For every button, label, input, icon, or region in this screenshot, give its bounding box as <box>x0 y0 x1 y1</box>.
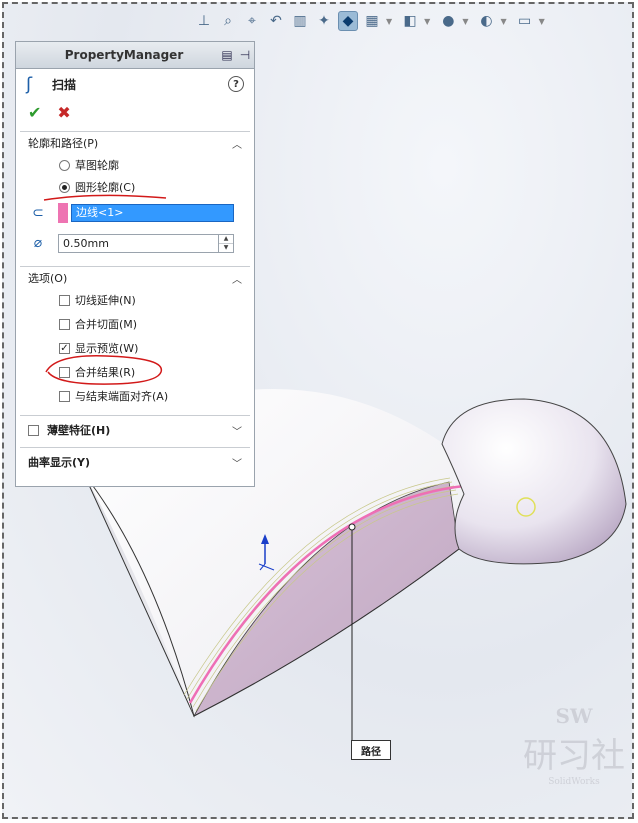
watermark-line3: SolidWorks <box>548 777 600 787</box>
checkbox-align-end-faces-label: 与结束端面对齐(A) <box>75 390 169 403</box>
checkbox-show-preview-box[interactable]: ✓ <box>59 342 70 354</box>
hide-show-icon[interactable]: ▦ <box>362 11 382 31</box>
section-curvature-display-label: 曲率显示(Y) <box>28 456 91 469</box>
chevron-up-icon[interactable]: ︿ <box>230 136 244 151</box>
watermark: SW 研习社 SolidWorks <box>514 704 632 814</box>
path-color-swatch <box>58 203 68 223</box>
section-profile-path-label: 轮廓和路径(P) <box>28 137 99 150</box>
feature-title-row: ʃ 扫描 ? <box>16 69 254 99</box>
path-point <box>348 523 356 531</box>
radio-sketch-profile[interactable]: 草图轮廓 <box>16 154 254 176</box>
view-settings-icon[interactable]: ◐ <box>476 11 496 31</box>
path-callout-label: 路径 <box>351 740 391 760</box>
section-thin-feature-label: 薄壁特征(H) <box>47 424 111 437</box>
checkbox-merge-tangent-faces-box[interactable] <box>59 318 70 330</box>
cancel-button[interactable]: ✖ <box>57 103 70 122</box>
section-curvature-display[interactable]: 曲率显示(Y) ﹀ <box>16 451 254 473</box>
checkbox-merge-result-label: 合并结果(R) <box>75 366 136 379</box>
checkbox-tangent-extension-box[interactable] <box>59 294 70 306</box>
pin-icon[interactable]: ⊣ <box>236 47 254 63</box>
ok-button[interactable]: ✔ <box>28 103 41 122</box>
chevron-down-icon[interactable]: ▼ <box>424 17 430 26</box>
feature-name: 扫描 <box>52 77 77 92</box>
chevron-down-icon[interactable]: ▼ <box>539 17 545 26</box>
diameter-value: 0.50mm <box>63 236 109 250</box>
section-thin-feature[interactable]: 薄壁特征(H) ﹀ <box>16 419 254 441</box>
checkbox-show-preview-label: 显示预览(W) <box>75 342 139 355</box>
checkbox-merge-result-box[interactable] <box>59 366 70 378</box>
radio-circular-profile-control[interactable] <box>59 181 70 193</box>
chevron-down-icon[interactable]: ﹀ <box>230 423 244 438</box>
path-icon: ⊂ <box>32 205 44 221</box>
radio-circular-profile-label: 圆形轮廓(C) <box>75 181 136 194</box>
watermark-line1: SW <box>555 704 593 728</box>
radio-circular-profile[interactable]: 圆形轮廓(C) <box>16 176 254 198</box>
checkbox-tangent-extension[interactable]: 切线延伸(N) <box>16 289 254 311</box>
path-selection-row: ⊂ 边线<1> <box>16 200 254 226</box>
diameter-input[interactable]: 0.50mm ▲ ▼ <box>58 233 234 253</box>
pm-actions: ✔ ✖ <box>16 99 254 125</box>
view-orientation-icon[interactable]: ⊥ <box>194 11 214 31</box>
section-options[interactable]: 选项(O) ︿ <box>16 267 254 289</box>
path-selection-box[interactable]: 边线<1> <box>71 204 234 222</box>
radio-sketch-profile-control[interactable] <box>59 159 70 171</box>
previous-view-icon[interactable]: ↶ <box>266 11 286 31</box>
apply-scene-icon[interactable]: ● <box>438 11 458 31</box>
pm-header: PropertyManager ▤ ⊣ <box>16 42 254 69</box>
chevron-down-icon[interactable]: ﹀ <box>230 455 244 470</box>
section-options-label: 选项(O) <box>28 272 68 285</box>
radio-sketch-profile-label: 草图轮廓 <box>75 159 119 172</box>
checkbox-thin-feature-box[interactable] <box>28 424 39 436</box>
display-icon[interactable]: ▭ <box>515 11 535 31</box>
checkbox-tangent-extension-label: 切线延伸(N) <box>75 294 136 307</box>
section-view-icon[interactable]: ▥ <box>290 11 310 31</box>
sweep-feature-icon: ʃ <box>26 73 33 95</box>
edit-appearance-icon[interactable]: ◧ <box>400 11 420 31</box>
checkbox-align-end-faces[interactable]: 与结束端面对齐(A) <box>16 385 254 407</box>
chevron-down-icon[interactable]: ▼ <box>462 17 468 26</box>
watermark-line2: 研习社 <box>523 736 625 776</box>
sphere <box>441 398 627 565</box>
chevron-down-icon[interactable]: ▼ <box>386 17 392 26</box>
pm-layout-icon[interactable]: ▤ <box>218 47 236 63</box>
diameter-row: ⌀ 0.50mm ▲ ▼ <box>16 230 254 256</box>
checkbox-merge-tangent-faces[interactable]: 合并切面(M) <box>16 313 254 335</box>
checkbox-merge-result[interactable]: 合并结果(R) <box>16 361 254 383</box>
diameter-icon: ⌀ <box>33 235 43 251</box>
help-icon[interactable]: ? <box>228 76 244 92</box>
display-style-icon[interactable]: ◆ <box>338 11 358 31</box>
checkbox-show-preview[interactable]: ✓ 显示预览(W) <box>16 337 254 359</box>
property-manager-panel: PropertyManager ▤ ⊣ ʃ 扫描 ? ✔ ✖ 轮廓和路径(P) … <box>15 41 255 487</box>
section-profile-path[interactable]: 轮廓和路径(P) ︿ <box>16 132 254 154</box>
zoom-area-icon[interactable]: ⌖ <box>242 11 262 31</box>
divider <box>20 415 250 416</box>
diameter-spinner[interactable]: ▲ ▼ <box>218 234 233 252</box>
divider <box>20 447 250 448</box>
checkbox-merge-tangent-faces-label: 合并切面(M) <box>75 318 138 331</box>
graphics-area[interactable]: 路径 SW 研习社 SolidWorks ⊥ ⌕ ⌖ ↶ ▥ ✦ ◆ ▦ ▼ ◧… <box>2 2 634 819</box>
chevron-down-icon[interactable]: ▼ <box>500 17 506 26</box>
pm-header-title: PropertyManager <box>64 48 184 62</box>
heads-up-toolbar: ⊥ ⌕ ⌖ ↶ ▥ ✦ ◆ ▦ ▼ ◧ ▼ ● ▼ ◐ ▼ ▭ ▼ <box>194 10 549 32</box>
view-dynamic-icon[interactable]: ✦ <box>314 11 334 31</box>
zoom-fit-icon[interactable]: ⌕ <box>218 11 238 31</box>
checkbox-align-end-faces-box[interactable] <box>59 390 70 402</box>
chevron-up-icon[interactable]: ︿ <box>230 271 244 286</box>
